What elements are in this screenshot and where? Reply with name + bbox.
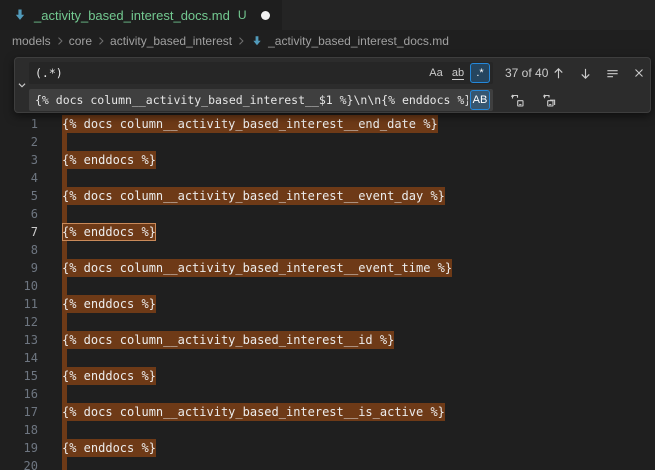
line-number: 18 <box>0 421 38 439</box>
line-text[interactable]: {% docs column__activity_based_interest_… <box>62 259 452 277</box>
breadcrumb-activity-based-interest[interactable]: activity_based_interest <box>110 34 232 48</box>
markdown-icon <box>250 34 264 48</box>
line-text[interactable] <box>62 169 67 187</box>
line-text[interactable]: {% enddocs %} <box>62 151 156 169</box>
line-number: 14 <box>0 349 38 367</box>
chevron-right-icon <box>235 35 247 47</box>
line-text[interactable] <box>62 241 67 259</box>
line-number: 2 <box>0 133 38 151</box>
code-line[interactable]: 3 {% enddocs %} <box>0 151 655 169</box>
line-text[interactable] <box>62 421 67 439</box>
line-text[interactable]: {% docs column__activity_based_interest_… <box>62 187 445 205</box>
code-line[interactable]: 15 {% enddocs %} <box>0 367 655 385</box>
next-match-button[interactable] <box>575 63 595 83</box>
line-number: 11 <box>0 295 38 313</box>
breadcrumb: models core activity_based_interest _act… <box>0 30 655 52</box>
code-line[interactable]: 14 <box>0 349 655 367</box>
line-number: 16 <box>0 385 38 403</box>
line-text[interactable]: {% enddocs %} <box>62 367 156 385</box>
line-number: 7 <box>0 223 38 241</box>
code-line[interactable]: 10 <box>0 277 655 295</box>
line-number: 17 <box>0 403 38 421</box>
code-line[interactable]: 8 <box>0 241 655 259</box>
chevron-right-icon <box>95 35 107 47</box>
line-text[interactable]: {% docs column__activity_based_interest_… <box>62 403 445 421</box>
code-line[interactable]: 16 <box>0 385 655 403</box>
line-number: 4 <box>0 169 38 187</box>
dirty-indicator[interactable] <box>261 11 270 20</box>
close-icon[interactable] <box>629 63 649 83</box>
code-line[interactable]: 5 {% docs column__activity_based_interes… <box>0 187 655 205</box>
line-number: 10 <box>0 277 38 295</box>
line-text[interactable]: {% enddocs %} <box>62 439 156 457</box>
line-text[interactable]: {% docs column__activity_based_interest_… <box>62 115 438 133</box>
line-text[interactable] <box>62 385 67 403</box>
line-text[interactable]: {% docs column__activity_based_interest_… <box>62 331 394 349</box>
whole-word-toggle[interactable]: ab <box>448 63 468 83</box>
line-text[interactable] <box>62 133 67 151</box>
code-line[interactable]: 19 {% enddocs %} <box>0 439 655 457</box>
breadcrumb-models[interactable]: models <box>12 34 51 48</box>
line-number: 8 <box>0 241 38 259</box>
editor-tab[interactable]: _activity_based_interest_docs.md U <box>0 0 282 30</box>
replace-input-value: {% docs column__activity_based_interest_… <box>35 93 468 107</box>
tab-bar: _activity_based_interest_docs.md U <box>0 0 655 30</box>
find-in-selection-button[interactable] <box>602 63 622 83</box>
line-text[interactable] <box>62 205 67 223</box>
replace-all-button[interactable] <box>539 90 559 110</box>
breadcrumb-core[interactable]: core <box>69 34 92 48</box>
toggle-replace-chevron[interactable] <box>15 58 29 112</box>
breadcrumb-file[interactable]: _activity_based_interest_docs.md <box>250 34 449 48</box>
code-line[interactable]: 9 {% docs column__activity_based_interes… <box>0 259 655 277</box>
line-number: 6 <box>0 205 38 223</box>
line-number: 12 <box>0 313 38 331</box>
match-case-toggle[interactable]: Aa <box>426 63 446 83</box>
line-number: 15 <box>0 367 38 385</box>
code-line[interactable]: 1 {% docs column__activity_based_interes… <box>0 115 655 133</box>
line-text[interactable]: {% enddocs %} <box>62 295 156 313</box>
find-input-value: (.*) <box>35 66 424 80</box>
replace-input[interactable]: {% docs column__activity_based_interest_… <box>29 89 493 111</box>
code-line[interactable]: 2 <box>0 133 655 151</box>
line-number: 5 <box>0 187 38 205</box>
line-number: 9 <box>0 259 38 277</box>
regex-toggle[interactable]: .* <box>470 63 490 83</box>
code-line[interactable]: 11 {% enddocs %} <box>0 295 655 313</box>
line-number: 13 <box>0 331 38 349</box>
replace-button[interactable] <box>507 90 527 110</box>
line-text[interactable] <box>62 277 67 295</box>
match-count: 37 of 40 <box>505 66 548 80</box>
git-status-badge: U <box>238 8 247 22</box>
code-line[interactable]: 12 <box>0 313 655 331</box>
find-input[interactable]: (.*) Aa ab .* <box>29 62 493 84</box>
code-line[interactable]: 7 {% enddocs %} <box>0 223 655 241</box>
preserve-case-toggle[interactable]: AB <box>470 90 490 110</box>
line-text[interactable]: {% enddocs %} <box>62 223 156 241</box>
code-line[interactable]: 4 <box>0 169 655 187</box>
line-text[interactable] <box>62 457 67 470</box>
code-line[interactable]: 17 {% docs column__activity_based_intere… <box>0 403 655 421</box>
breadcrumb-file-label: _activity_based_interest_docs.md <box>268 34 449 48</box>
line-number: 19 <box>0 439 38 457</box>
line-number: 1 <box>0 115 38 133</box>
line-text[interactable] <box>62 313 67 331</box>
chevron-right-icon <box>54 35 66 47</box>
line-number: 3 <box>0 151 38 169</box>
editor-lines[interactable]: 1 {% docs column__activity_based_interes… <box>0 115 655 470</box>
markdown-icon <box>12 7 28 23</box>
code-line[interactable]: 6 <box>0 205 655 223</box>
code-line[interactable]: 20 <box>0 457 655 470</box>
line-number: 20 <box>0 457 38 470</box>
tab-filename: _activity_based_interest_docs.md <box>34 8 230 23</box>
find-widget: (.*) Aa ab .* 37 of 40 <box>14 57 651 113</box>
previous-match-button[interactable] <box>548 63 568 83</box>
code-line[interactable]: 13 {% docs column__activity_based_intere… <box>0 331 655 349</box>
line-text[interactable] <box>62 349 67 367</box>
code-line[interactable]: 18 <box>0 421 655 439</box>
